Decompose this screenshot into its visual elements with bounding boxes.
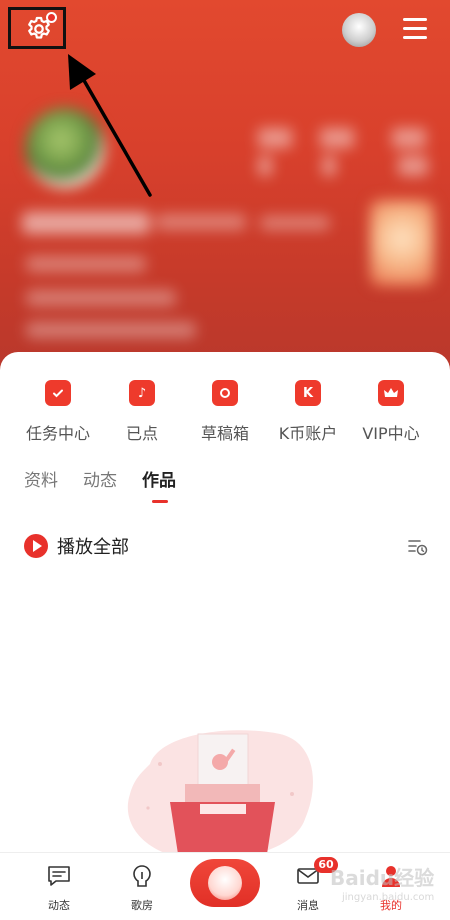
annotation-arrow xyxy=(68,54,152,197)
